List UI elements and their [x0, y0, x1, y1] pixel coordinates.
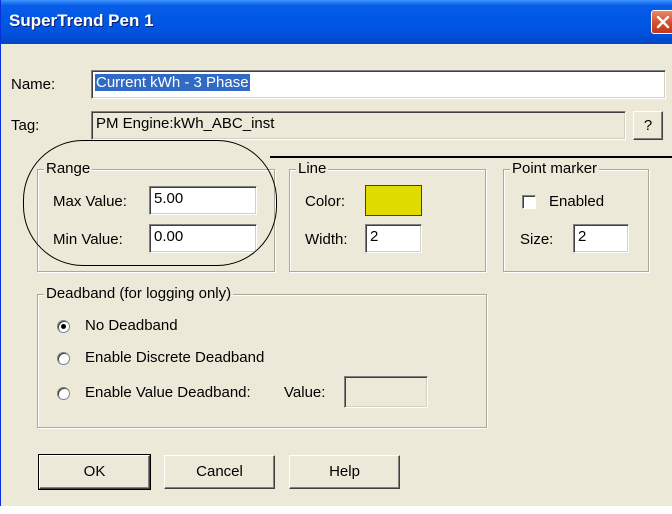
enabled-checkbox[interactable] [522, 195, 536, 209]
no-deadband-label: No Deadband [85, 317, 178, 334]
ok-button[interactable]: OK [38, 454, 151, 490]
deadband-value-input[interactable] [344, 376, 428, 408]
radio-discrete-deadband[interactable] [57, 352, 70, 365]
deadband-value-label: Value: [284, 384, 326, 401]
close-button[interactable] [651, 10, 672, 34]
tag-browse-button[interactable]: ? [633, 111, 663, 140]
marker-size-input[interactable]: 2 [573, 224, 629, 253]
discrete-deadband-label: Enable Discrete Deadband [85, 349, 265, 366]
dialog-window: SuperTrend Pen 1 Name: Current kWh - 3 P… [0, 0, 672, 506]
point-marker-group: Point marker [503, 160, 649, 272]
deadband-legend: Deadband (for logging only) [44, 285, 234, 302]
value-deadband-label: Enable Value Deadband: [85, 384, 251, 401]
tag-label: Tag: [11, 117, 40, 134]
tag-field[interactable]: PM Engine:kWh_ABC_inst [91, 111, 626, 140]
radio-value-deadband[interactable] [57, 387, 70, 400]
annotation-line [270, 156, 672, 158]
radio-selected-dot [61, 324, 66, 329]
line-width-input[interactable]: 2 [365, 224, 422, 253]
enabled-label: Enabled [549, 193, 605, 210]
line-legend: Line [296, 160, 329, 177]
help-button[interactable]: Help [289, 455, 400, 489]
point-marker-legend: Point marker [510, 160, 600, 177]
radio-no-deadband[interactable] [57, 320, 70, 333]
size-label: Size: [520, 231, 554, 248]
close-icon [656, 15, 670, 29]
cancel-button[interactable]: Cancel [164, 455, 275, 489]
name-value: Current kWh - 3 Phase [95, 74, 250, 91]
window-title: SuperTrend Pen 1 [9, 11, 154, 30]
title-bar[interactable]: SuperTrend Pen 1 [1, 0, 672, 44]
line-width-text: 2 [370, 228, 379, 245]
highlight-ellipse [23, 140, 277, 266]
width-label: Width: [305, 231, 348, 248]
name-input[interactable]: Current kWh - 3 Phase [91, 70, 666, 99]
color-label: Color: [305, 193, 346, 210]
name-label: Name: [11, 76, 56, 93]
line-color-swatch[interactable] [365, 185, 422, 216]
tag-value: PM Engine:kWh_ABC_inst [96, 115, 275, 132]
marker-size-text: 2 [578, 228, 587, 245]
